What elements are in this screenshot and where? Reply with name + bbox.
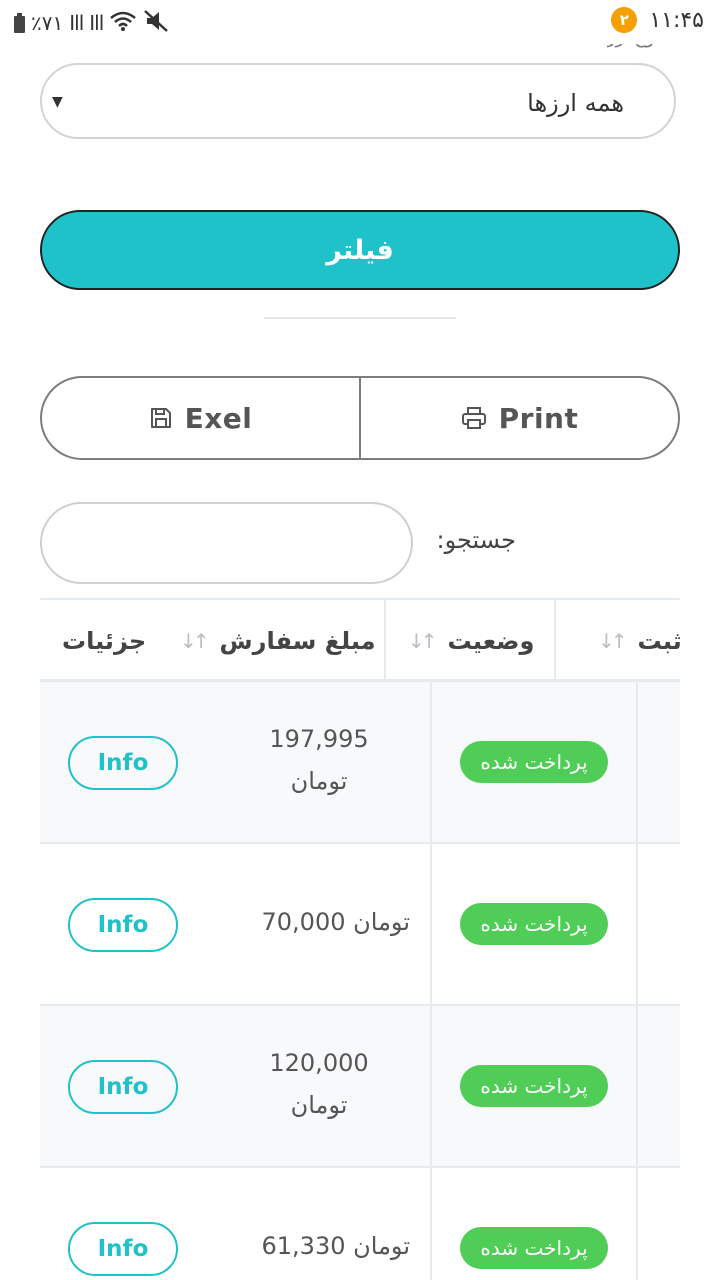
column-header-label: وضعیت [447, 627, 535, 655]
order-amount: 70,000 تومان [261, 908, 410, 936]
column-divider [430, 1006, 432, 1166]
table-row: پرداخت شده 61,330 تومان Info [40, 1168, 680, 1280]
export-button-group: Exel Print [40, 376, 680, 460]
wifi-icon [109, 10, 137, 36]
mute-icon [143, 9, 169, 37]
filter-button[interactable]: فیلتر [40, 210, 680, 290]
status-right: ۲ ۱۱:۴۵ [611, 7, 704, 33]
column-divider [384, 600, 386, 682]
column-header-amount[interactable]: مبلغ سفارش ↑↓ [180, 600, 376, 682]
order-amount-currency: تومان [290, 1091, 348, 1119]
orders-table: تاریخ ثبت ↑↓ وضعیت ↑↓ مبلغ سفارش ↑↓ جزئی… [40, 598, 680, 1280]
filter-button-label: فیلتر [326, 234, 394, 266]
table-row: پرداخت شده 197,995 تومان Info [40, 682, 680, 844]
printer-icon [461, 406, 487, 430]
column-header-details: جزئیات [62, 600, 146, 682]
column-divider [430, 1168, 432, 1280]
divider [264, 317, 456, 319]
battery-icon [14, 13, 25, 33]
table-header: تاریخ ثبت ↑↓ وضعیت ↑↓ مبلغ سفارش ↑↓ جزئی… [40, 598, 680, 682]
column-header-label: تاریخ ثبت [637, 627, 680, 655]
status-left: ٪۷۱ Ill Ill [14, 9, 169, 37]
excel-button-label: Exel [184, 401, 253, 435]
excel-button[interactable]: Exel [42, 378, 359, 458]
status-badge: پرداخت شده [460, 741, 608, 783]
sort-icon: ↑↓ [598, 629, 627, 653]
status-badge: پرداخت شده [460, 1227, 608, 1269]
order-amount: 120,000 [269, 1049, 369, 1077]
table-row: پرداخت شده 70,000 تومان Info [40, 844, 680, 1006]
dropdown-arrow-icon: ▼ [52, 94, 63, 110]
currency-select[interactable]: همه ارزها ▼ [40, 63, 676, 139]
column-divider [636, 682, 638, 842]
column-divider [430, 844, 432, 1004]
battery-percent: ٪۷۱ [31, 11, 64, 35]
info-button[interactable]: Info [68, 736, 178, 790]
save-icon [149, 406, 173, 430]
status-badge: پرداخت شده [460, 1065, 608, 1107]
sort-icon: ↑↓ [180, 629, 209, 653]
info-button[interactable]: Info [68, 898, 178, 952]
order-amount: 61,330 تومان [261, 1232, 410, 1260]
column-header-label: مبلغ سفارش [219, 627, 376, 655]
sort-icon: ↑↓ [408, 629, 437, 653]
table-row: پرداخت شده 120,000 تومان Info [40, 1006, 680, 1168]
order-amount-currency: تومان [290, 767, 348, 795]
clock: ۱۱:۴۵ [649, 7, 704, 33]
signal-icon-2: Ill [89, 11, 104, 35]
column-divider [430, 682, 432, 842]
column-header-date[interactable]: تاریخ ثبت ↑↓ [598, 600, 680, 682]
order-amount: 197,995 [269, 725, 369, 753]
column-divider [636, 1168, 638, 1280]
search-label: جستجو: [436, 526, 516, 554]
status-bar: ٪۷۱ Ill Ill ۲ ۱۱:۴۵ [0, 0, 720, 44]
info-button[interactable]: Info [68, 1222, 178, 1276]
column-divider [636, 844, 638, 1004]
info-button[interactable]: Info [68, 1060, 178, 1114]
print-button[interactable]: Print [359, 378, 678, 458]
currency-select-value: همه ارزها [527, 89, 624, 117]
print-button-label: Print [498, 401, 579, 435]
column-divider [554, 600, 556, 682]
column-divider [636, 1006, 638, 1166]
search-input[interactable] [40, 502, 413, 584]
column-header-label: جزئیات [62, 627, 147, 655]
notification-badge: ۲ [611, 7, 638, 33]
status-badge: پرداخت شده [460, 903, 608, 945]
signal-icon: Ill [69, 11, 84, 35]
column-header-status[interactable]: وضعیت ↑↓ [408, 600, 534, 682]
